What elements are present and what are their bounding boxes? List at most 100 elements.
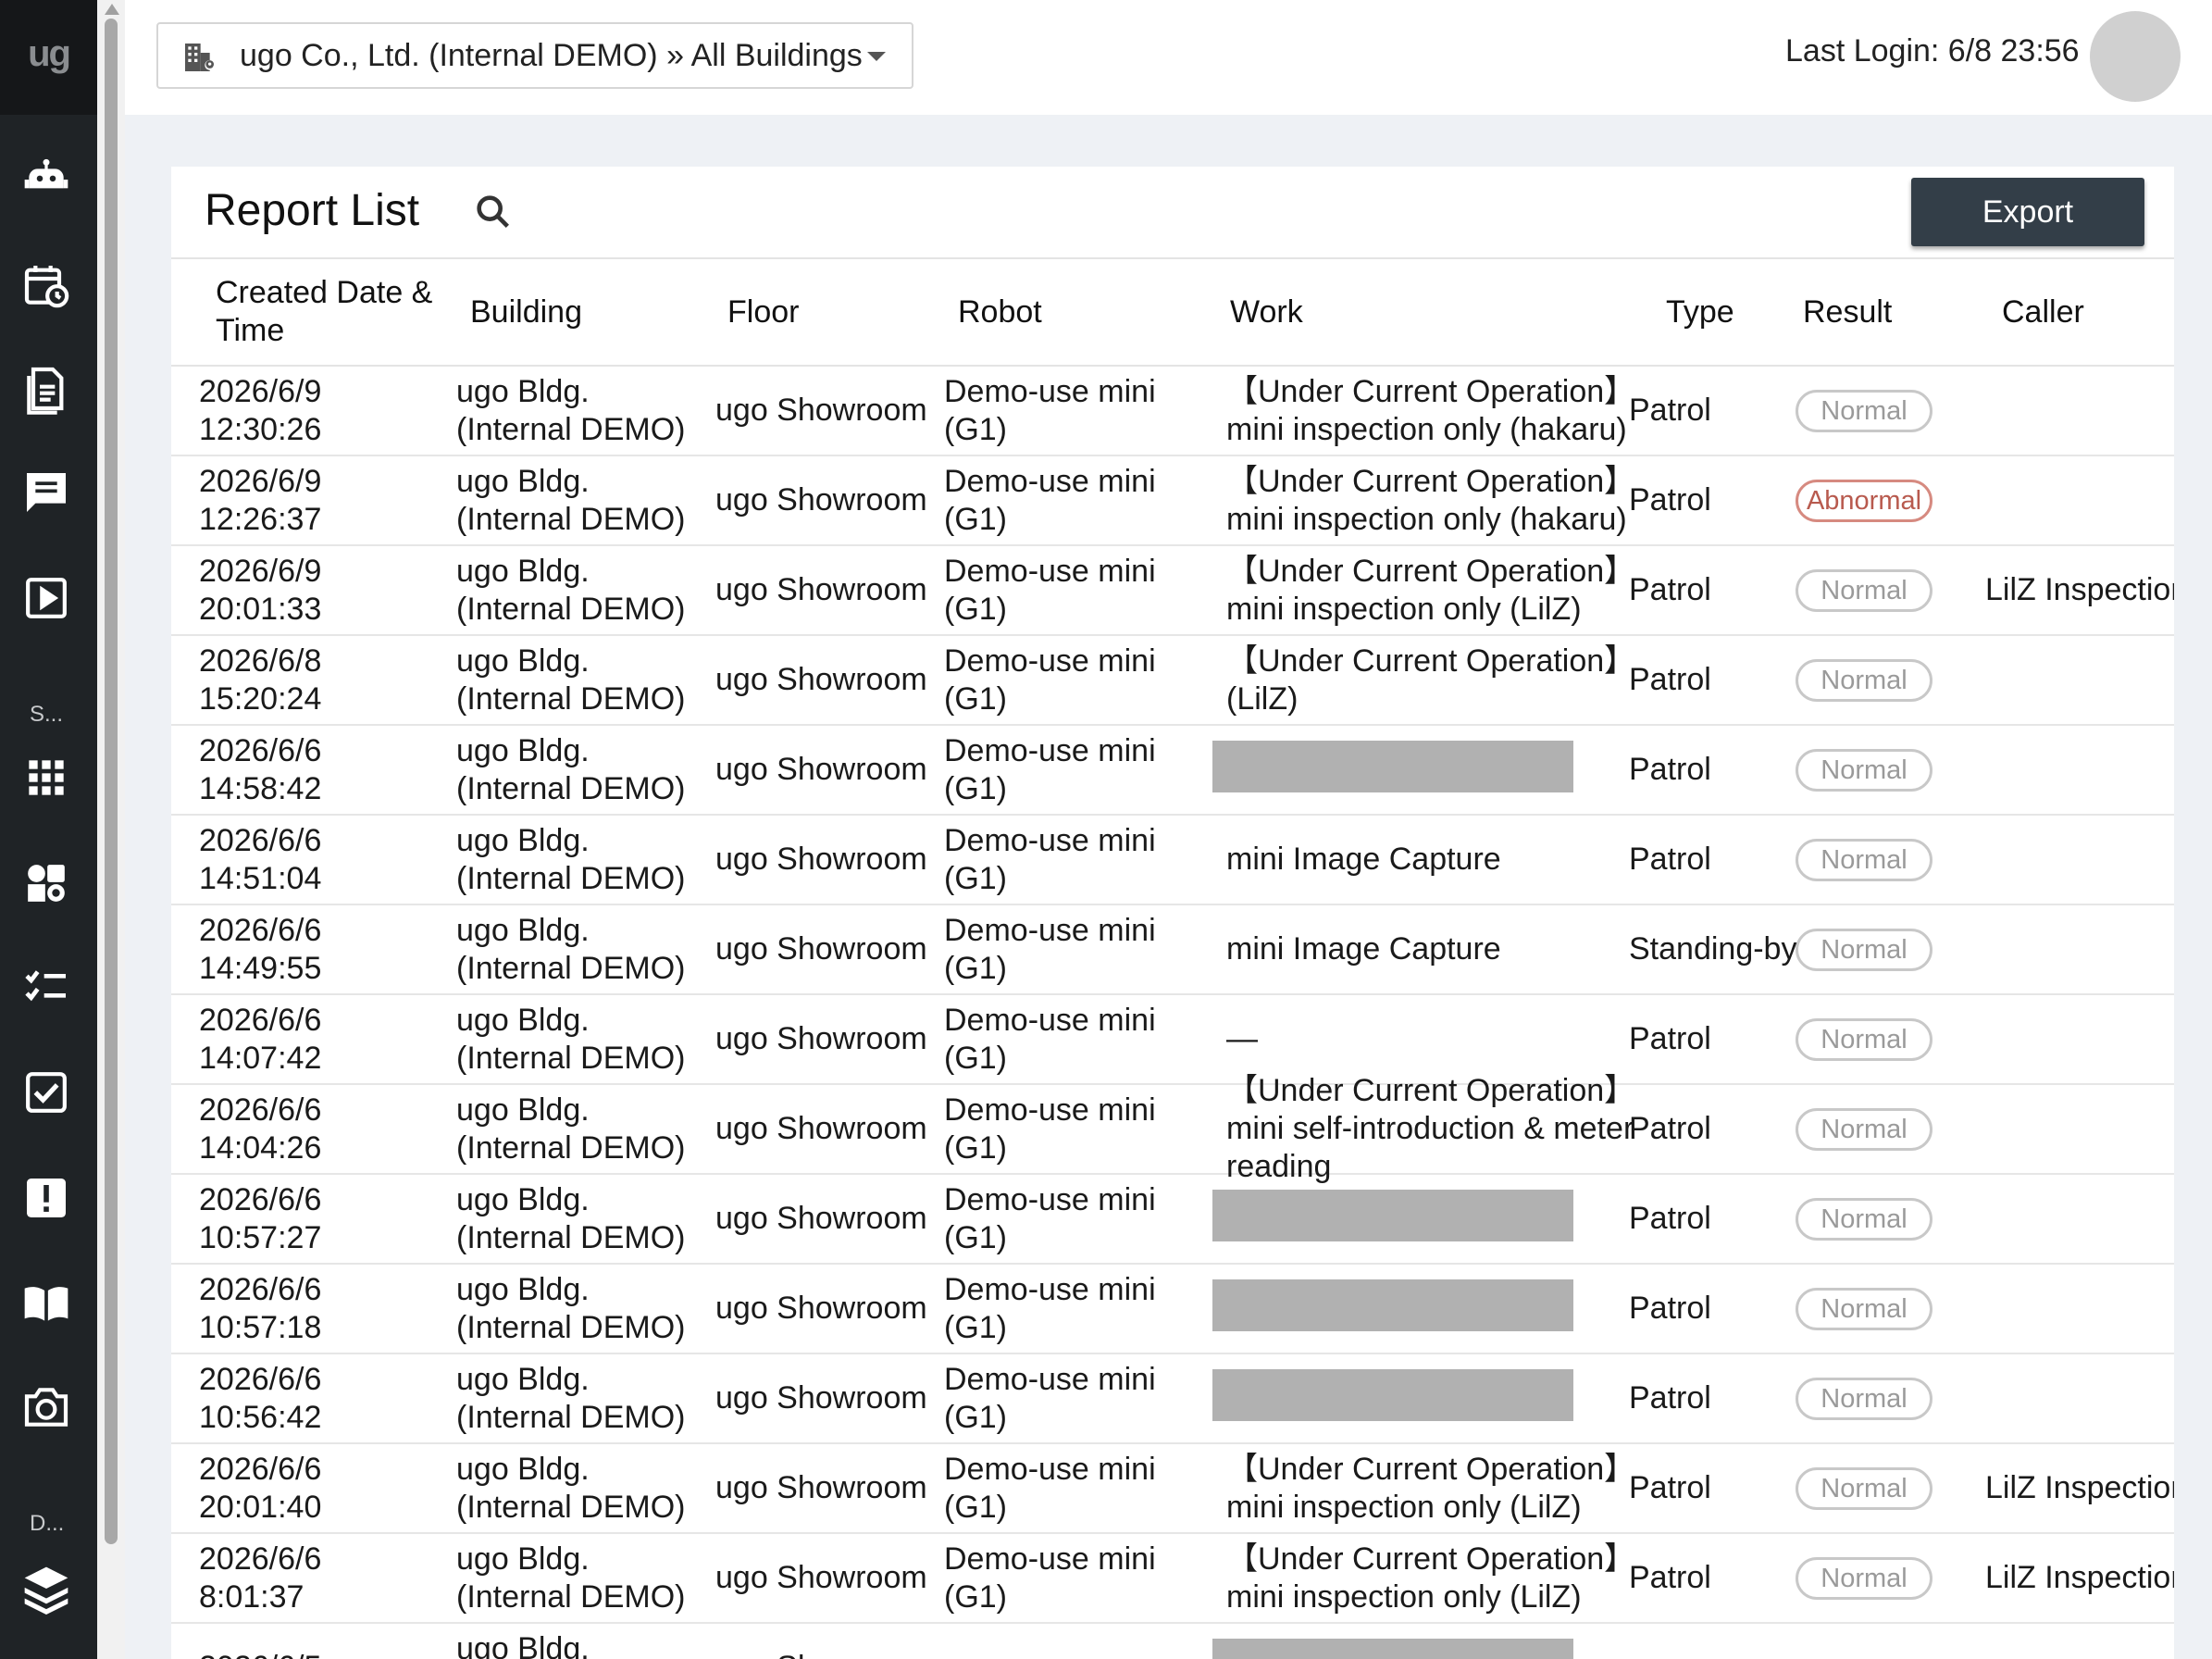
scroll-up-arrow-icon[interactable]: [105, 4, 119, 15]
column-header-building[interactable]: Building: [470, 259, 582, 365]
table-row[interactable]: 2026/6/6 10:57:27 ugo Bldg. (Internal DEMO…: [171, 1175, 2174, 1265]
checklist-icon[interactable]: [20, 961, 72, 1013]
floor-text: ugo Showroom: [715, 1111, 927, 1146]
export-button[interactable]: Export: [1911, 178, 2144, 246]
cell-work: 【Under Current Operation】 (LilZ): [1226, 636, 1661, 724]
floor-text: ugo Showroom: [715, 1649, 927, 1659]
cell-caller: [1985, 995, 2174, 1083]
cell-robot: Demo-use mini (G1): [944, 1085, 1222, 1173]
redacted-block: [1212, 1279, 1573, 1331]
cell-created: 2026/6/6 14:04:26: [199, 1085, 449, 1173]
table-row[interactable]: 2026/6/6 10:56:42 ugo Bldg. (Internal DEMO…: [171, 1354, 2174, 1444]
table-row[interactable]: 2026/6/6 14:58:42 ugo Bldg. (Internal DEMO…: [171, 726, 2174, 816]
table-row[interactable]: 2026/6/6 14:07:42 ugo Bldg. (Internal DEMO…: [171, 995, 2174, 1085]
table-row[interactable]: 2026/6/9 12:30:26 ugo Bldg. (Internal DEMO…: [171, 367, 2174, 456]
status-badge: Normal: [1796, 1466, 1932, 1510]
created-time: 14:51:04: [199, 860, 322, 896]
calendar-clock-icon[interactable]: [20, 259, 72, 311]
cell-robot: Demo-use mini (G1): [944, 1534, 1222, 1622]
cell-building: ugo Bldg. (Internal DEMO): [456, 726, 706, 814]
building-text: ugo Bldg. (Internal DEMO): [456, 912, 686, 986]
table-row[interactable]: 2026/6/6 8:01:37 ugo Bldg. (Internal DEMO)…: [171, 1534, 2174, 1624]
report-document-icon[interactable]: [20, 363, 72, 415]
table-row[interactable]: 2026/6/8 15:20:24 ugo Bldg. (Internal DEMO…: [171, 636, 2174, 726]
cell-created: 2026/6/6 10:57:18: [199, 1265, 449, 1353]
user-avatar[interactable]: [2090, 11, 2181, 102]
alert-icon[interactable]: [20, 1172, 72, 1224]
floor-text: ugo Showroom: [715, 572, 927, 607]
search-icon[interactable]: [472, 191, 515, 233]
work-text: 【Under Current Operation】 mini inspectio…: [1226, 1540, 1636, 1615]
page-title: Report List: [205, 186, 420, 235]
cell-result: Normal: [1796, 1175, 1990, 1263]
chevron-down-icon[interactable]: [867, 52, 886, 61]
created-date: 2026/6/8: [199, 642, 322, 679]
building-selector-text: ugo Co., Ltd. (Internal DEMO) » All Buil…: [240, 24, 863, 87]
table-row[interactable]: 2026/6/9 20:01:33 ugo Bldg. (Internal DEMO…: [171, 546, 2174, 636]
cell-robot: Demo-use mini (G1): [944, 726, 1222, 814]
table-row[interactable]: 2026/6/6 14:49:55 ugo Bldg. (Internal DEMO…: [171, 905, 2174, 995]
cell-robot: Demo-use mini (G1): [944, 546, 1222, 634]
cell-building: ugo Bldg. (Internal DEMO): [456, 995, 706, 1083]
cell-robot: Demo-use mini (G1): [944, 1354, 1222, 1442]
cell-building: ugo Bldg. (Internal DEMO): [456, 905, 706, 993]
column-header-result[interactable]: Result: [1803, 259, 1892, 365]
column-header-created[interactable]: Created Date & Time: [216, 259, 438, 365]
cell-result: Normal: [1796, 905, 1990, 993]
robot-text: Demo-use mini (G1): [944, 1451, 1156, 1525]
redacted-block: [1212, 1639, 1573, 1659]
created-time: 10:57:18: [199, 1309, 322, 1345]
table-row[interactable]: 2026/6/6 14:51:04 ugo Bldg. (Internal DEMO…: [171, 816, 2174, 905]
widgets-icon[interactable]: [20, 857, 72, 909]
cell-type: Patrol: [1629, 456, 1805, 544]
robot-icon[interactable]: [20, 154, 72, 206]
building-text: ugo Bldg. (Internal DEMO): [456, 822, 686, 896]
column-header-work[interactable]: Work: [1230, 259, 1303, 365]
work-text: 【Under Current Operation】 mini inspectio…: [1226, 463, 1636, 537]
cell-result: Normal: [1796, 1444, 1990, 1532]
cell-caller: [1985, 456, 2174, 544]
sidebar: ug S... D...: [0, 0, 97, 1659]
robot-text: Demo-use mini (G1): [944, 912, 1156, 986]
type-text: Standing-by: [1629, 931, 1797, 967]
sidebar-scrollbar[interactable]: [97, 0, 125, 1659]
cell-robot: Demo-use mini (G1): [944, 816, 1222, 904]
column-header-caller[interactable]: Caller: [2002, 259, 2084, 365]
cell-type: Patrol: [1629, 636, 1805, 724]
type-text: Patrol: [1629, 1560, 1711, 1595]
scroll-thumb[interactable]: [105, 19, 118, 1544]
book-icon[interactable]: [20, 1278, 72, 1329]
cell-created: 2026/6/6 8:01:37: [199, 1534, 449, 1622]
created-datetime: 2026/6/6 8:01:37: [199, 1540, 321, 1616]
check-box-icon[interactable]: [20, 1066, 72, 1118]
building-text: ugo Bldg. (Internal DEMO): [456, 642, 686, 717]
cell-type: Patrol: [1629, 546, 1805, 634]
cell-type: Patrol: [1629, 816, 1805, 904]
type-text: Patrol: [1629, 1291, 1711, 1326]
status-badge: Normal: [1796, 1556, 1932, 1600]
cell-robot: Demo-use mini (G1): [944, 636, 1222, 724]
column-header-robot[interactable]: Robot: [958, 259, 1042, 365]
app-logo[interactable]: ug: [0, 0, 97, 115]
table-row[interactable]: 2026/6/9 12:26:37 ugo Bldg. (Internal DEMO…: [171, 456, 2174, 546]
building-text: ugo Bldg. (Internal DEMO): [456, 1002, 686, 1076]
column-header-type[interactable]: Type: [1666, 259, 1734, 365]
column-header-floor[interactable]: Floor: [727, 259, 799, 365]
table-row[interactable]: 2026/6/6 14:04:26 ugo Bldg. (Internal DEMO…: [171, 1073, 2174, 1184]
grid-apps-icon[interactable]: [20, 752, 72, 804]
cell-created: 2026/6/6 10:57:27: [199, 1175, 449, 1263]
building-selector[interactable]: ugo Co., Ltd. (Internal DEMO) » All Buil…: [156, 22, 913, 89]
table-row[interactable]: 2026/6/5 ugo Bldg. (Internal DEMO) ugo Sho…: [171, 1624, 2174, 1659]
camera-icon[interactable]: [20, 1381, 72, 1433]
cell-building: ugo Bldg. (Internal DEMO): [456, 1534, 706, 1622]
floor-text: ugo Showroom: [715, 662, 927, 697]
created-time: 14:04:26: [199, 1129, 322, 1166]
table-row[interactable]: 2026/6/6 10:57:18 ugo Bldg. (Internal DEMO…: [171, 1265, 2174, 1354]
company-name: ugo Co., Ltd. (Internal DEMO): [240, 38, 658, 73]
table-row[interactable]: 2026/6/6 20:01:40 ugo Bldg. (Internal DEMO…: [171, 1444, 2174, 1534]
cell-work: mini Image Capture: [1226, 816, 1661, 904]
play-video-icon[interactable]: [20, 572, 72, 624]
cell-result: Normal: [1796, 995, 1990, 1083]
chat-icon[interactable]: [20, 467, 72, 518]
layers-icon[interactable]: [20, 1563, 72, 1615]
